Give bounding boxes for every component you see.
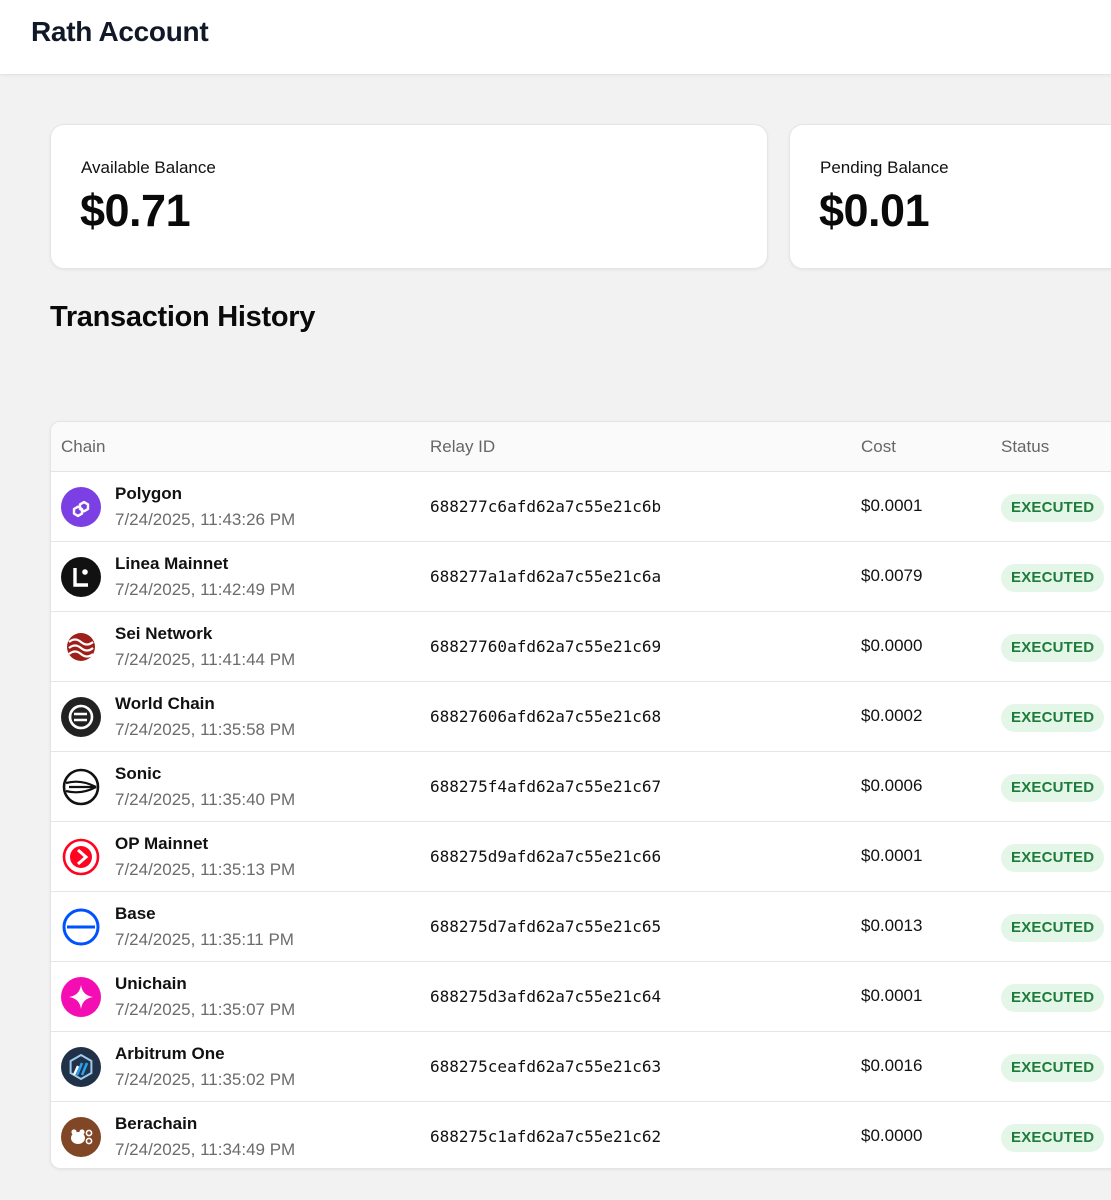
transaction-date: 7/24/2025, 11:43:26 PM [115, 510, 296, 529]
base-icon [61, 907, 101, 947]
cost-value: $0.0001 [861, 846, 923, 865]
table-row: World Chain 7/24/2025, 11:35:58 PM 68827… [51, 682, 1111, 752]
status-badge: EXECUTED [1001, 1124, 1105, 1152]
chain-name: OP Mainnet [115, 834, 209, 853]
op-icon [61, 837, 101, 877]
column-header-relay-id: Relay ID [430, 437, 496, 456]
cost-value: $0.0002 [861, 706, 923, 725]
status-badge: EXECUTED [1001, 704, 1105, 732]
table-row: OP Mainnet 7/24/2025, 11:35:13 PM 688275… [51, 822, 1111, 892]
chain-name: Linea Mainnet [115, 554, 229, 573]
table-row: Linea Mainnet 7/24/2025, 11:42:49 PM 688… [51, 542, 1111, 612]
status-badge: EXECUTED [1001, 564, 1105, 592]
linea-icon [61, 557, 101, 597]
chain-name: Sonic [115, 764, 162, 783]
cost-value: $0.0000 [861, 1126, 923, 1145]
available-balance-value: $0.71 [80, 185, 191, 236]
chain-name: Sei Network [115, 624, 213, 643]
transaction-date: 7/24/2025, 11:35:58 PM [115, 720, 296, 739]
column-header-status: Status [1001, 437, 1050, 456]
chain-name: Unichain [115, 974, 187, 993]
status-badge: EXECUTED [1001, 984, 1105, 1012]
chain-name: Arbitrum One [115, 1044, 225, 1063]
relay-id[interactable]: 688275d9afd62a7c55e21c66 [430, 847, 661, 866]
available-balance-label: Available Balance [81, 158, 216, 177]
cost-value: $0.0000 [861, 636, 923, 655]
status-badge: EXECUTED [1001, 914, 1105, 942]
polygon-icon [61, 487, 101, 527]
relay-id[interactable]: 688275f4afd62a7c55e21c67 [430, 777, 661, 796]
relay-id[interactable]: 688277a1afd62a7c55e21c6a [430, 567, 661, 586]
relay-id[interactable]: 68827760afd62a7c55e21c69 [430, 637, 661, 656]
transaction-date: 7/24/2025, 11:35:07 PM [115, 1000, 296, 1019]
status-badge: EXECUTED [1001, 494, 1105, 522]
column-header-cost: Cost [861, 437, 896, 456]
chain-name: World Chain [115, 694, 215, 713]
transaction-date: 7/24/2025, 11:35:13 PM [115, 860, 296, 879]
top-bar: Rath Account [0, 0, 1111, 75]
relay-id[interactable]: 688275c1afd62a7c55e21c62 [430, 1127, 661, 1146]
table-row: Polygon 7/24/2025, 11:43:26 PM 688277c6a… [51, 472, 1111, 542]
relay-id[interactable]: 688275ceafd62a7c55e21c63 [430, 1057, 661, 1076]
world-chain-icon [61, 697, 101, 737]
chain-name: Berachain [115, 1114, 198, 1133]
transaction-table: Chain Relay ID Cost Status Polygon 7/24/… [50, 421, 1111, 1169]
cost-value: $0.0001 [861, 496, 923, 515]
cost-value: $0.0013 [861, 916, 923, 935]
cost-value: $0.0016 [861, 1056, 923, 1075]
table-row: Sonic 7/24/2025, 11:35:40 PM 688275f4afd… [51, 752, 1111, 822]
relay-id[interactable]: 688275d7afd62a7c55e21c65 [430, 917, 661, 936]
table-row: Base 7/24/2025, 11:35:11 PM 688275d7afd6… [51, 892, 1111, 962]
table-row: Arbitrum One 7/24/2025, 11:35:02 PM 6882… [51, 1032, 1111, 1102]
status-badge: EXECUTED [1001, 1054, 1105, 1082]
pending-balance-card: Pending Balance $0.01 [789, 124, 1111, 269]
berachain-icon [61, 1117, 101, 1157]
transaction-history-title: Transaction History [50, 301, 316, 333]
sei-icon [61, 627, 101, 667]
chain-name: Base [115, 904, 156, 923]
table-row: Berachain 7/24/2025, 11:34:49 PM 688275c… [51, 1102, 1111, 1168]
cost-value: $0.0001 [861, 986, 923, 1005]
table-header: Chain Relay ID Cost Status [51, 422, 1111, 472]
table-row: Unichain 7/24/2025, 11:35:07 PM 688275d3… [51, 962, 1111, 1032]
cost-value: $0.0079 [861, 566, 923, 585]
pending-balance-value: $0.01 [819, 185, 930, 236]
column-header-chain: Chain [61, 437, 106, 456]
cost-value: $0.0006 [861, 776, 923, 795]
transaction-date: 7/24/2025, 11:35:11 PM [115, 930, 294, 949]
arbitrum-icon [61, 1047, 101, 1087]
transaction-date: 7/24/2025, 11:41:44 PM [115, 650, 296, 669]
relay-id[interactable]: 68827606afd62a7c55e21c68 [430, 707, 661, 726]
status-badge: EXECUTED [1001, 634, 1105, 662]
chain-name: Polygon [115, 484, 183, 503]
relay-id[interactable]: 688275d3afd62a7c55e21c64 [430, 987, 661, 1006]
app-title: Rath Account [31, 16, 209, 47]
unichain-icon [61, 977, 101, 1017]
pending-balance-label: Pending Balance [820, 158, 949, 177]
transaction-date: 7/24/2025, 11:34:49 PM [115, 1140, 296, 1159]
status-badge: EXECUTED [1001, 844, 1105, 872]
status-badge: EXECUTED [1001, 774, 1105, 802]
sonic-icon [61, 767, 101, 807]
available-balance-card: Available Balance $0.71 [50, 124, 768, 269]
relay-id[interactable]: 688277c6afd62a7c55e21c6b [430, 497, 661, 516]
transaction-date: 7/24/2025, 11:42:49 PM [115, 580, 296, 599]
transaction-date: 7/24/2025, 11:35:02 PM [115, 1070, 296, 1089]
table-row: Sei Network 7/24/2025, 11:41:44 PM 68827… [51, 612, 1111, 682]
transaction-date: 7/24/2025, 11:35:40 PM [115, 790, 296, 809]
